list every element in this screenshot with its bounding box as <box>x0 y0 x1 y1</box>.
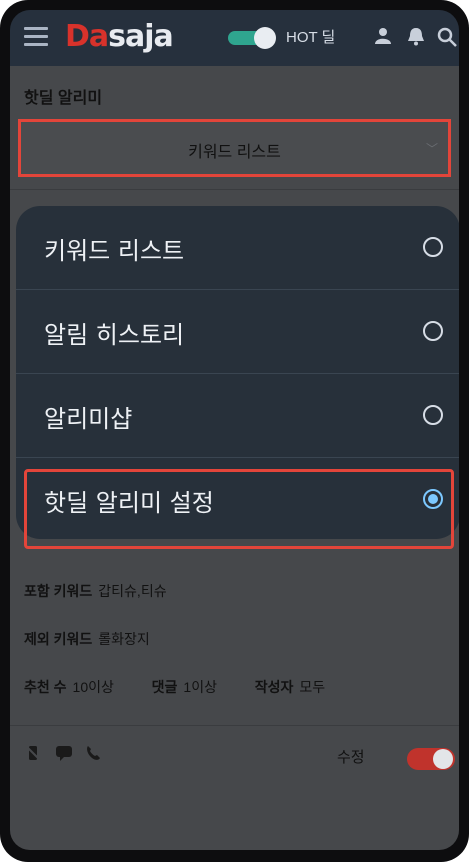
hot-deal-label[interactable]: HOT 딜 <box>286 26 335 47</box>
radio-button[interactable] <box>423 237 443 257</box>
exclude-keyword-value: 롤화장지 <box>98 631 150 647</box>
include-keyword-value: 갑티슈,티슈 <box>98 583 167 599</box>
chevron-down-icon: ﹀ <box>425 142 438 156</box>
option-label: 알리미샵 <box>44 405 133 433</box>
exclude-keyword-label: 제외 키워드 <box>24 631 93 647</box>
option-label: 키워드 리스트 <box>44 237 185 265</box>
include-keyword-row: 포함 키워드 갑티슈,티슈 <box>24 581 167 601</box>
option-keyword-list[interactable]: 키워드 리스트 <box>16 206 459 290</box>
recommend-value: 10이상 <box>72 679 114 695</box>
logo-part-2: saja <box>108 19 174 54</box>
divider <box>10 189 459 190</box>
view-select[interactable]: 키워드 리스트 ﹀ <box>18 119 451 177</box>
alert-enable-toggle[interactable] <box>407 748 455 770</box>
conditions-row: 추천 수 10이상 댓글 1이상 작성자 모두 <box>24 677 325 697</box>
phone-frame: Dasaja HOT 딜 핫딜 알리미 키워드 리스트 ﹀ 포함 키워드 갑티슈,… <box>0 0 469 862</box>
bell-icon[interactable] <box>407 27 425 51</box>
phone-icon[interactable] <box>84 744 104 764</box>
edit-label[interactable]: 수정 <box>337 746 365 767</box>
toggle-knob <box>433 749 453 769</box>
page-title: 핫딜 알리미 <box>24 90 103 107</box>
selection-highlight <box>24 469 454 549</box>
user-icon[interactable] <box>374 27 392 50</box>
comment-label: 댓글 <box>151 679 178 695</box>
divider <box>10 725 459 726</box>
author-value: 모두 <box>299 679 326 695</box>
radio-button[interactable] <box>423 405 443 425</box>
hot-deal-toggle[interactable] <box>228 27 276 49</box>
option-alert-history[interactable]: 알림 히스토리 <box>16 290 459 374</box>
exclude-keyword-row: 제외 키워드 롤화장지 <box>24 629 150 649</box>
dasaja-logo[interactable]: Dasaja <box>65 19 174 54</box>
toggle-knob <box>254 27 276 49</box>
recommend-label: 추천 수 <box>24 679 67 695</box>
include-keyword-label: 포함 키워드 <box>24 583 93 599</box>
logo-part-1: Da <box>65 19 109 54</box>
push-off-icon[interactable] <box>24 744 44 764</box>
author-label: 작성자 <box>254 679 294 695</box>
notification-channel-icons <box>24 744 104 764</box>
menu-icon[interactable] <box>24 27 48 47</box>
option-alert-shop[interactable]: 알리미샵 <box>16 374 459 458</box>
screen: Dasaja HOT 딜 핫딜 알리미 키워드 리스트 ﹀ 포함 키워드 갑티슈,… <box>10 10 459 850</box>
radio-button[interactable] <box>423 321 443 341</box>
top-navigation-bar: Dasaja HOT 딜 <box>10 10 459 66</box>
view-select-value: 키워드 리스트 <box>188 144 281 161</box>
search-icon[interactable] <box>437 27 457 52</box>
comment-value: 1이상 <box>183 679 217 695</box>
option-label: 알림 히스토리 <box>44 321 185 349</box>
chat-icon[interactable] <box>54 744 74 764</box>
